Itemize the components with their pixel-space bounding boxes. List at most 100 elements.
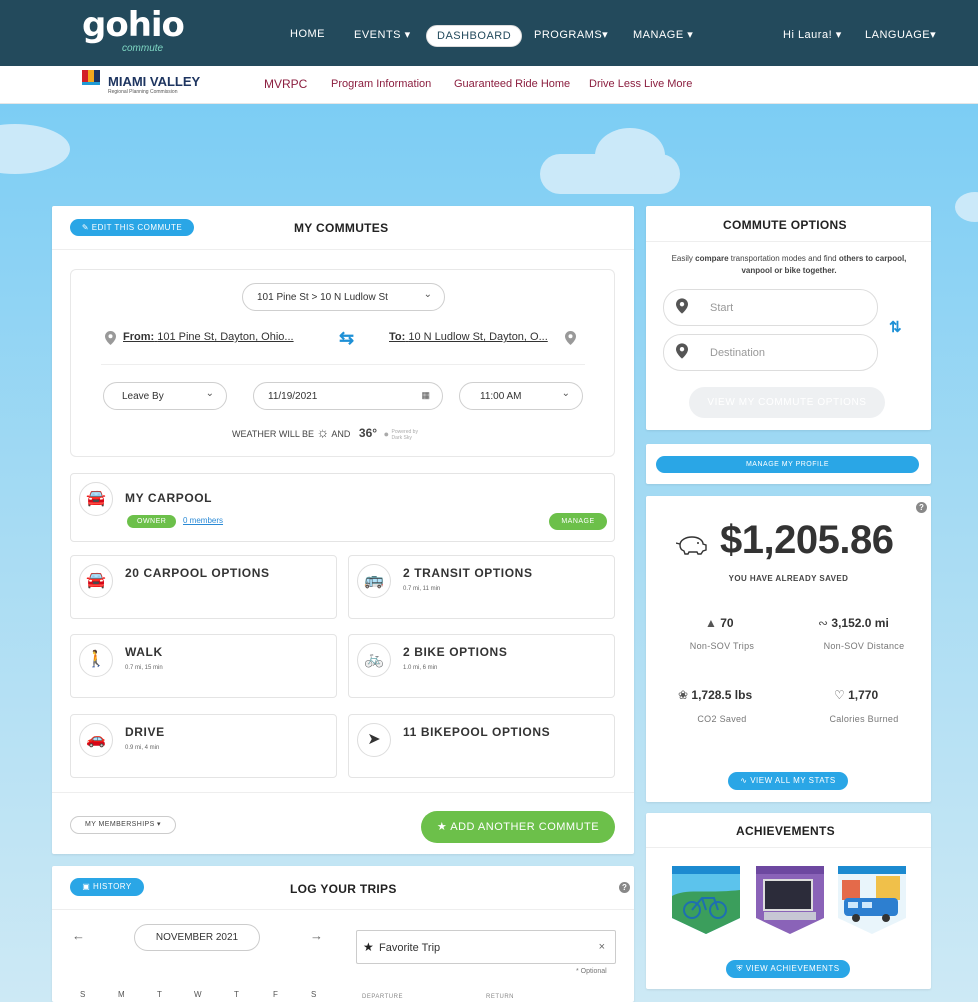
weekday-label: S — [311, 990, 317, 999]
nav-events[interactable]: EVENTS ▾ — [354, 28, 411, 41]
option-title: WALK — [125, 645, 163, 659]
option-title: DRIVE — [125, 725, 165, 739]
link-program-information[interactable]: Program Information — [331, 78, 431, 90]
option-title: 20 CARPOOL OPTIONS — [125, 566, 270, 580]
manage-profile-card: MANAGE MY PROFILE — [646, 444, 931, 484]
weather-label: WEATHER WILL BE — [232, 429, 315, 439]
divider — [646, 847, 931, 848]
chevron-down-icon: ⌄ — [205, 388, 214, 399]
commute-options-description: Easily compare transportation modes and … — [654, 253, 924, 277]
navigation-arrow-icon: ➤ — [357, 723, 391, 757]
weather-and: AND — [331, 429, 351, 439]
description-bold: others to carpool, — [838, 254, 907, 263]
weekday-label: F — [273, 990, 278, 999]
view-stats-button[interactable]: ∿ VIEW ALL MY STATS — [728, 772, 848, 790]
date-input[interactable]: 11/19/2021 ▦ — [253, 382, 443, 410]
view-achievements-button[interactable]: ⛨ VIEW ACHIEVEMENTS — [726, 960, 850, 978]
option-bike[interactable]: 🚲 2 BIKE OPTIONS 1.0 mi, 6 min — [348, 634, 615, 698]
map-pin-icon — [565, 331, 576, 345]
bike-badge-icon[interactable] — [672, 866, 740, 934]
route-select[interactable]: 101 Pine St > 10 N Ludlow St ⌄ — [242, 283, 445, 311]
optional-note: * Optional — [576, 968, 607, 975]
favorite-trip-input[interactable]: ★ Favorite Trip × — [356, 930, 616, 964]
favorite-trip-value: Favorite Trip — [379, 942, 441, 954]
bike-icon: 🚲 — [357, 643, 391, 677]
nav-dashboard[interactable]: DASHBOARD — [426, 25, 523, 47]
co2-label: CO2 Saved — [697, 714, 747, 724]
cloud — [595, 128, 665, 183]
leave-by-select[interactable]: Leave By ⌄ — [103, 382, 227, 410]
cloud — [955, 192, 978, 222]
option-subtitle: 0.9 mi, 4 min — [125, 745, 160, 751]
nav-programs[interactable]: PROGRAMS▾ — [534, 28, 608, 41]
distance-label: Non-SOV Distance — [823, 641, 905, 651]
map-pin-icon — [676, 298, 688, 314]
description-text: Easily — [671, 254, 693, 263]
members-link[interactable]: 0 members — [183, 516, 223, 525]
month-label: NOVEMBER 2021 — [134, 924, 260, 951]
prev-month-arrow-icon[interactable]: ← — [72, 928, 85, 943]
plant-icon: ❀ — [678, 688, 689, 702]
manage-carpool-button[interactable]: MANAGE — [549, 513, 607, 530]
swap-locations-icon[interactable]: ⇅ — [889, 318, 902, 336]
chevron-down-icon: ⌄ — [561, 388, 570, 399]
view-commute-options-button[interactable]: VIEW MY COMMUTE OPTIONS — [689, 387, 885, 418]
option-title: 2 BIKE OPTIONS — [403, 645, 508, 659]
bus-badge-icon[interactable] — [838, 866, 906, 934]
destination-input[interactable]: Destination — [663, 334, 878, 371]
view-achievements-label: VIEW ACHIEVEMENTS — [745, 964, 840, 973]
map-pin-icon — [676, 343, 688, 359]
nav-language[interactable]: LANGUAGE▾ — [865, 28, 936, 41]
link-guaranteed-ride-home[interactable]: Guaranteed Ride Home — [454, 78, 570, 90]
option-transit[interactable]: 🚌 2 TRANSIT OPTIONS 0.7 mi, 11 min — [348, 555, 615, 619]
view-stats-label: VIEW ALL MY STATS — [750, 776, 836, 785]
flag-icon — [82, 70, 104, 88]
edit-commute-button[interactable]: ✎ EDIT THIS COMMUTE — [70, 219, 194, 236]
history-button[interactable]: ▣ HISTORY — [70, 878, 144, 896]
manage-profile-button[interactable]: MANAGE MY PROFILE — [656, 456, 919, 473]
option-walk[interactable]: 🚶 WALK 0.7 mi, 15 min — [70, 634, 337, 698]
log-trips-title: LOG YOUR TRIPS — [290, 882, 397, 896]
weather-row: WEATHER WILL BE ☼ AND 36° ● Powered by Da… — [232, 424, 418, 442]
time-select[interactable]: 11:00 AM ⌄ — [459, 382, 583, 410]
from-address[interactable]: From: 101 Pine St, Dayton, Ohio... — [123, 331, 294, 343]
nav-user-menu[interactable]: Hi Laura! ▾ — [783, 28, 842, 41]
calories-value: 1,770 — [848, 688, 879, 702]
help-icon[interactable]: ? — [916, 502, 927, 513]
divider — [52, 249, 634, 250]
car-icon: 🚗 — [79, 723, 113, 757]
nav-home[interactable]: HOME — [290, 28, 325, 40]
heart-icon: ♡ — [834, 688, 845, 702]
option-drive[interactable]: 🚗 DRIVE 0.9 mi, 4 min — [70, 714, 337, 778]
trips-value: 70 — [720, 616, 734, 630]
help-icon[interactable]: ? — [619, 882, 630, 893]
bus-icon: 🚌 — [357, 564, 391, 598]
link-mvrpc[interactable]: MVRPC — [264, 77, 307, 91]
option-bikepool[interactable]: ➤ 11 BIKEPOOL OPTIONS — [348, 714, 615, 778]
star-icon: ★ — [436, 821, 448, 833]
option-carpool[interactable]: 🚘 20 CARPOOL OPTIONS — [70, 555, 337, 619]
add-commute-button[interactable]: ★ ADD ANOTHER COMMUTE — [421, 811, 615, 843]
start-input[interactable]: Start — [663, 289, 878, 326]
commute-options-title: COMMUTE OPTIONS — [723, 218, 847, 232]
my-carpool-panel[interactable]: 🚘 MY CARPOOL OWNER 0 members MANAGE — [70, 473, 615, 542]
to-label: To: — [389, 331, 406, 343]
pencil-icon: ✎ — [81, 223, 90, 232]
weekday-label: M — [118, 990, 125, 999]
logo-subtext: commute — [122, 43, 164, 54]
link-drive-less-live-more[interactable]: Drive Less Live More — [589, 78, 692, 90]
computer-badge-icon[interactable] — [756, 866, 824, 934]
log-trips-card: ▣ HISTORY LOG YOUR TRIPS ? ← NOVEMBER 20… — [52, 866, 634, 1002]
description-bold: vanpool or bike together. — [741, 266, 837, 275]
to-address[interactable]: To: 10 N Ludlow St, Dayton, O... — [389, 331, 548, 343]
next-month-arrow-icon[interactable]: → — [310, 928, 323, 943]
my-commutes-title: MY COMMUTES — [294, 221, 389, 235]
org-name: MIAMI VALLEY — [108, 74, 201, 89]
co2-value: 1,728.5 lbs — [691, 688, 753, 702]
dark-sky-label: Dark Sky — [391, 434, 412, 441]
gohio-logo[interactable]: gohio commute — [82, 8, 185, 54]
swap-route-icon[interactable]: ⇆ — [339, 328, 354, 349]
clear-icon[interactable]: × — [599, 941, 605, 953]
memberships-dropdown[interactable]: MY MEMBERSHIPS ▾ — [70, 816, 176, 834]
nav-manage[interactable]: MANAGE ▾ — [633, 28, 693, 41]
